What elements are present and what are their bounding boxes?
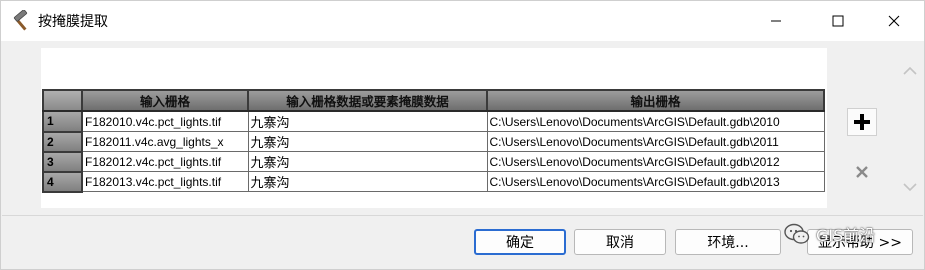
close-button[interactable]	[871, 1, 917, 41]
row-number[interactable]: 4	[42, 170, 83, 193]
remove-row-button[interactable]	[847, 158, 877, 186]
output-raster-cell[interactable]: C:\Users\Lenovo\Documents\ArcGIS\Default…	[486, 151, 825, 172]
input-raster-cell[interactable]: F182013.v4c.pct_lights.tif	[81, 171, 249, 192]
add-row-button[interactable]	[847, 108, 877, 136]
column-header-output-raster[interactable]: 输出栅格	[486, 89, 825, 112]
plus-icon	[854, 114, 870, 130]
environments-button[interactable]: 环境...	[675, 229, 781, 255]
output-raster-cell[interactable]: C:\Users\Lenovo\Documents\ArcGIS\Default…	[486, 131, 825, 152]
scroll-up-button[interactable]	[900, 63, 920, 79]
title-bar[interactable]: 按掩膜提取	[1, 1, 924, 41]
wechat-icon	[784, 223, 810, 244]
window-title: 按掩膜提取	[38, 14, 108, 30]
corner-header	[42, 89, 83, 112]
input-raster-cell[interactable]: F182010.v4c.pct_lights.tif	[81, 110, 249, 132]
divider	[2, 215, 923, 216]
chevron-up-icon	[903, 66, 917, 75]
hammer-icon	[11, 9, 33, 32]
scroll-down-button[interactable]	[900, 179, 920, 195]
input-raster-cell[interactable]: F182011.v4c.avg_lights_x	[81, 131, 249, 152]
mask-cell[interactable]: 九寨沟	[247, 131, 488, 152]
row-number[interactable]: 1	[42, 110, 83, 133]
ok-button[interactable]: 确定	[474, 229, 566, 255]
column-header-mask[interactable]: 输入栅格数据或要素掩膜数据	[247, 89, 488, 112]
row-number[interactable]: 3	[42, 150, 83, 173]
close-icon	[888, 15, 900, 27]
mask-cell[interactable]: 九寨沟	[247, 171, 488, 192]
output-raster-cell[interactable]: C:\Users\Lenovo\Documents\ArcGIS\Default…	[486, 110, 825, 132]
table-row[interactable]: 2 F182011.v4c.avg_lights_x 九寨沟 C:\Users\…	[42, 130, 825, 153]
watermark-text: GIS前沿	[816, 226, 876, 245]
minimize-icon	[771, 20, 781, 22]
column-header-input-raster[interactable]: 输入栅格	[81, 89, 249, 112]
table-row[interactable]: 4 F182013.v4c.pct_lights.tif 九寨沟 C:\User…	[42, 170, 825, 193]
cancel-button[interactable]: 取消	[574, 229, 666, 255]
table-header-row: 输入栅格 输入栅格数据或要素掩膜数据 输出栅格	[42, 89, 825, 112]
dialog-window: 按掩膜提取 输入栅格 输入栅格数据或要素掩膜数据 输出栅格 1 F182010.…	[0, 0, 925, 270]
minimize-button[interactable]	[753, 1, 799, 41]
table-row[interactable]: 3 F182012.v4c.pct_lights.tif 九寨沟 C:\User…	[42, 150, 825, 173]
x-icon	[856, 166, 868, 178]
watermark: GIS前沿	[784, 219, 875, 249]
output-raster-cell[interactable]: C:\Users\Lenovo\Documents\ArcGIS\Default…	[486, 171, 825, 192]
chevron-down-icon	[903, 183, 917, 192]
mask-cell[interactable]: 九寨沟	[247, 151, 488, 172]
maximize-button[interactable]	[815, 1, 861, 41]
maximize-icon	[832, 15, 844, 27]
row-number[interactable]: 2	[42, 130, 83, 153]
raster-table: 输入栅格 输入栅格数据或要素掩膜数据 输出栅格 1 F182010.v4c.pc…	[42, 89, 825, 193]
mask-cell[interactable]: 九寨沟	[247, 110, 488, 132]
table-row[interactable]: 1 F182010.v4c.pct_lights.tif 九寨沟 C:\User…	[42, 110, 825, 133]
input-raster-cell[interactable]: F182012.v4c.pct_lights.tif	[81, 151, 249, 172]
